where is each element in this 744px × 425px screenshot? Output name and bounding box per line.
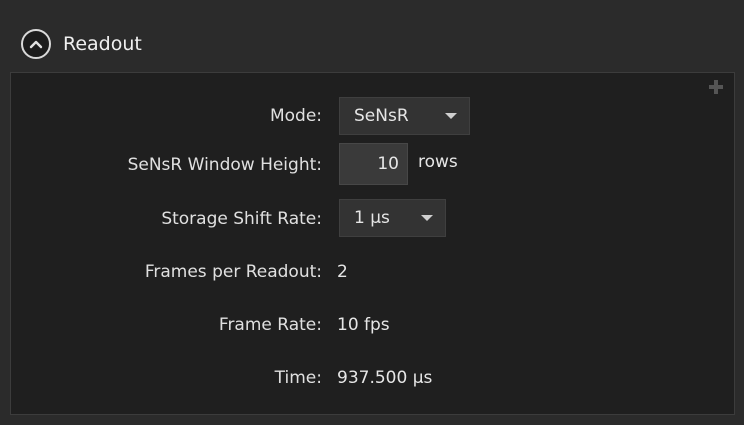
shift-rate-label: Storage Shift Rate: bbox=[161, 209, 322, 229]
dropdown-caret-icon bbox=[421, 215, 433, 221]
collapse-button[interactable] bbox=[21, 29, 51, 59]
chevron-up-icon bbox=[29, 40, 43, 49]
window-height-input[interactable]: 10 bbox=[339, 143, 408, 185]
window-height-unit: rows bbox=[418, 152, 458, 172]
section-title: Readout bbox=[63, 33, 142, 55]
time-label: Time: bbox=[274, 368, 322, 388]
frame-rate-label: Frame Rate: bbox=[218, 315, 322, 335]
mode-label: Mode: bbox=[269, 106, 322, 126]
frame-rate-value: 10 fps bbox=[337, 315, 390, 335]
mode-dropdown[interactable]: SeNsR bbox=[339, 97, 470, 135]
window-height-label: SeNsR Window Height: bbox=[127, 155, 322, 175]
dropdown-caret-icon bbox=[445, 113, 457, 119]
section-header: Readout bbox=[0, 0, 744, 72]
window-height-value: 10 bbox=[377, 154, 399, 174]
frames-label: Frames per Readout: bbox=[144, 262, 322, 282]
shift-rate-dropdown[interactable]: 1 µs bbox=[339, 199, 446, 237]
readout-window: Readout Mode: SeNsR SeNsR Window Height:… bbox=[0, 0, 744, 425]
plus-icon[interactable] bbox=[709, 80, 723, 94]
mode-dropdown-value: SeNsR bbox=[354, 106, 409, 126]
shift-rate-dropdown-value: 1 µs bbox=[354, 208, 390, 228]
frames-value: 2 bbox=[337, 262, 348, 282]
time-value: 937.500 µs bbox=[337, 368, 433, 388]
